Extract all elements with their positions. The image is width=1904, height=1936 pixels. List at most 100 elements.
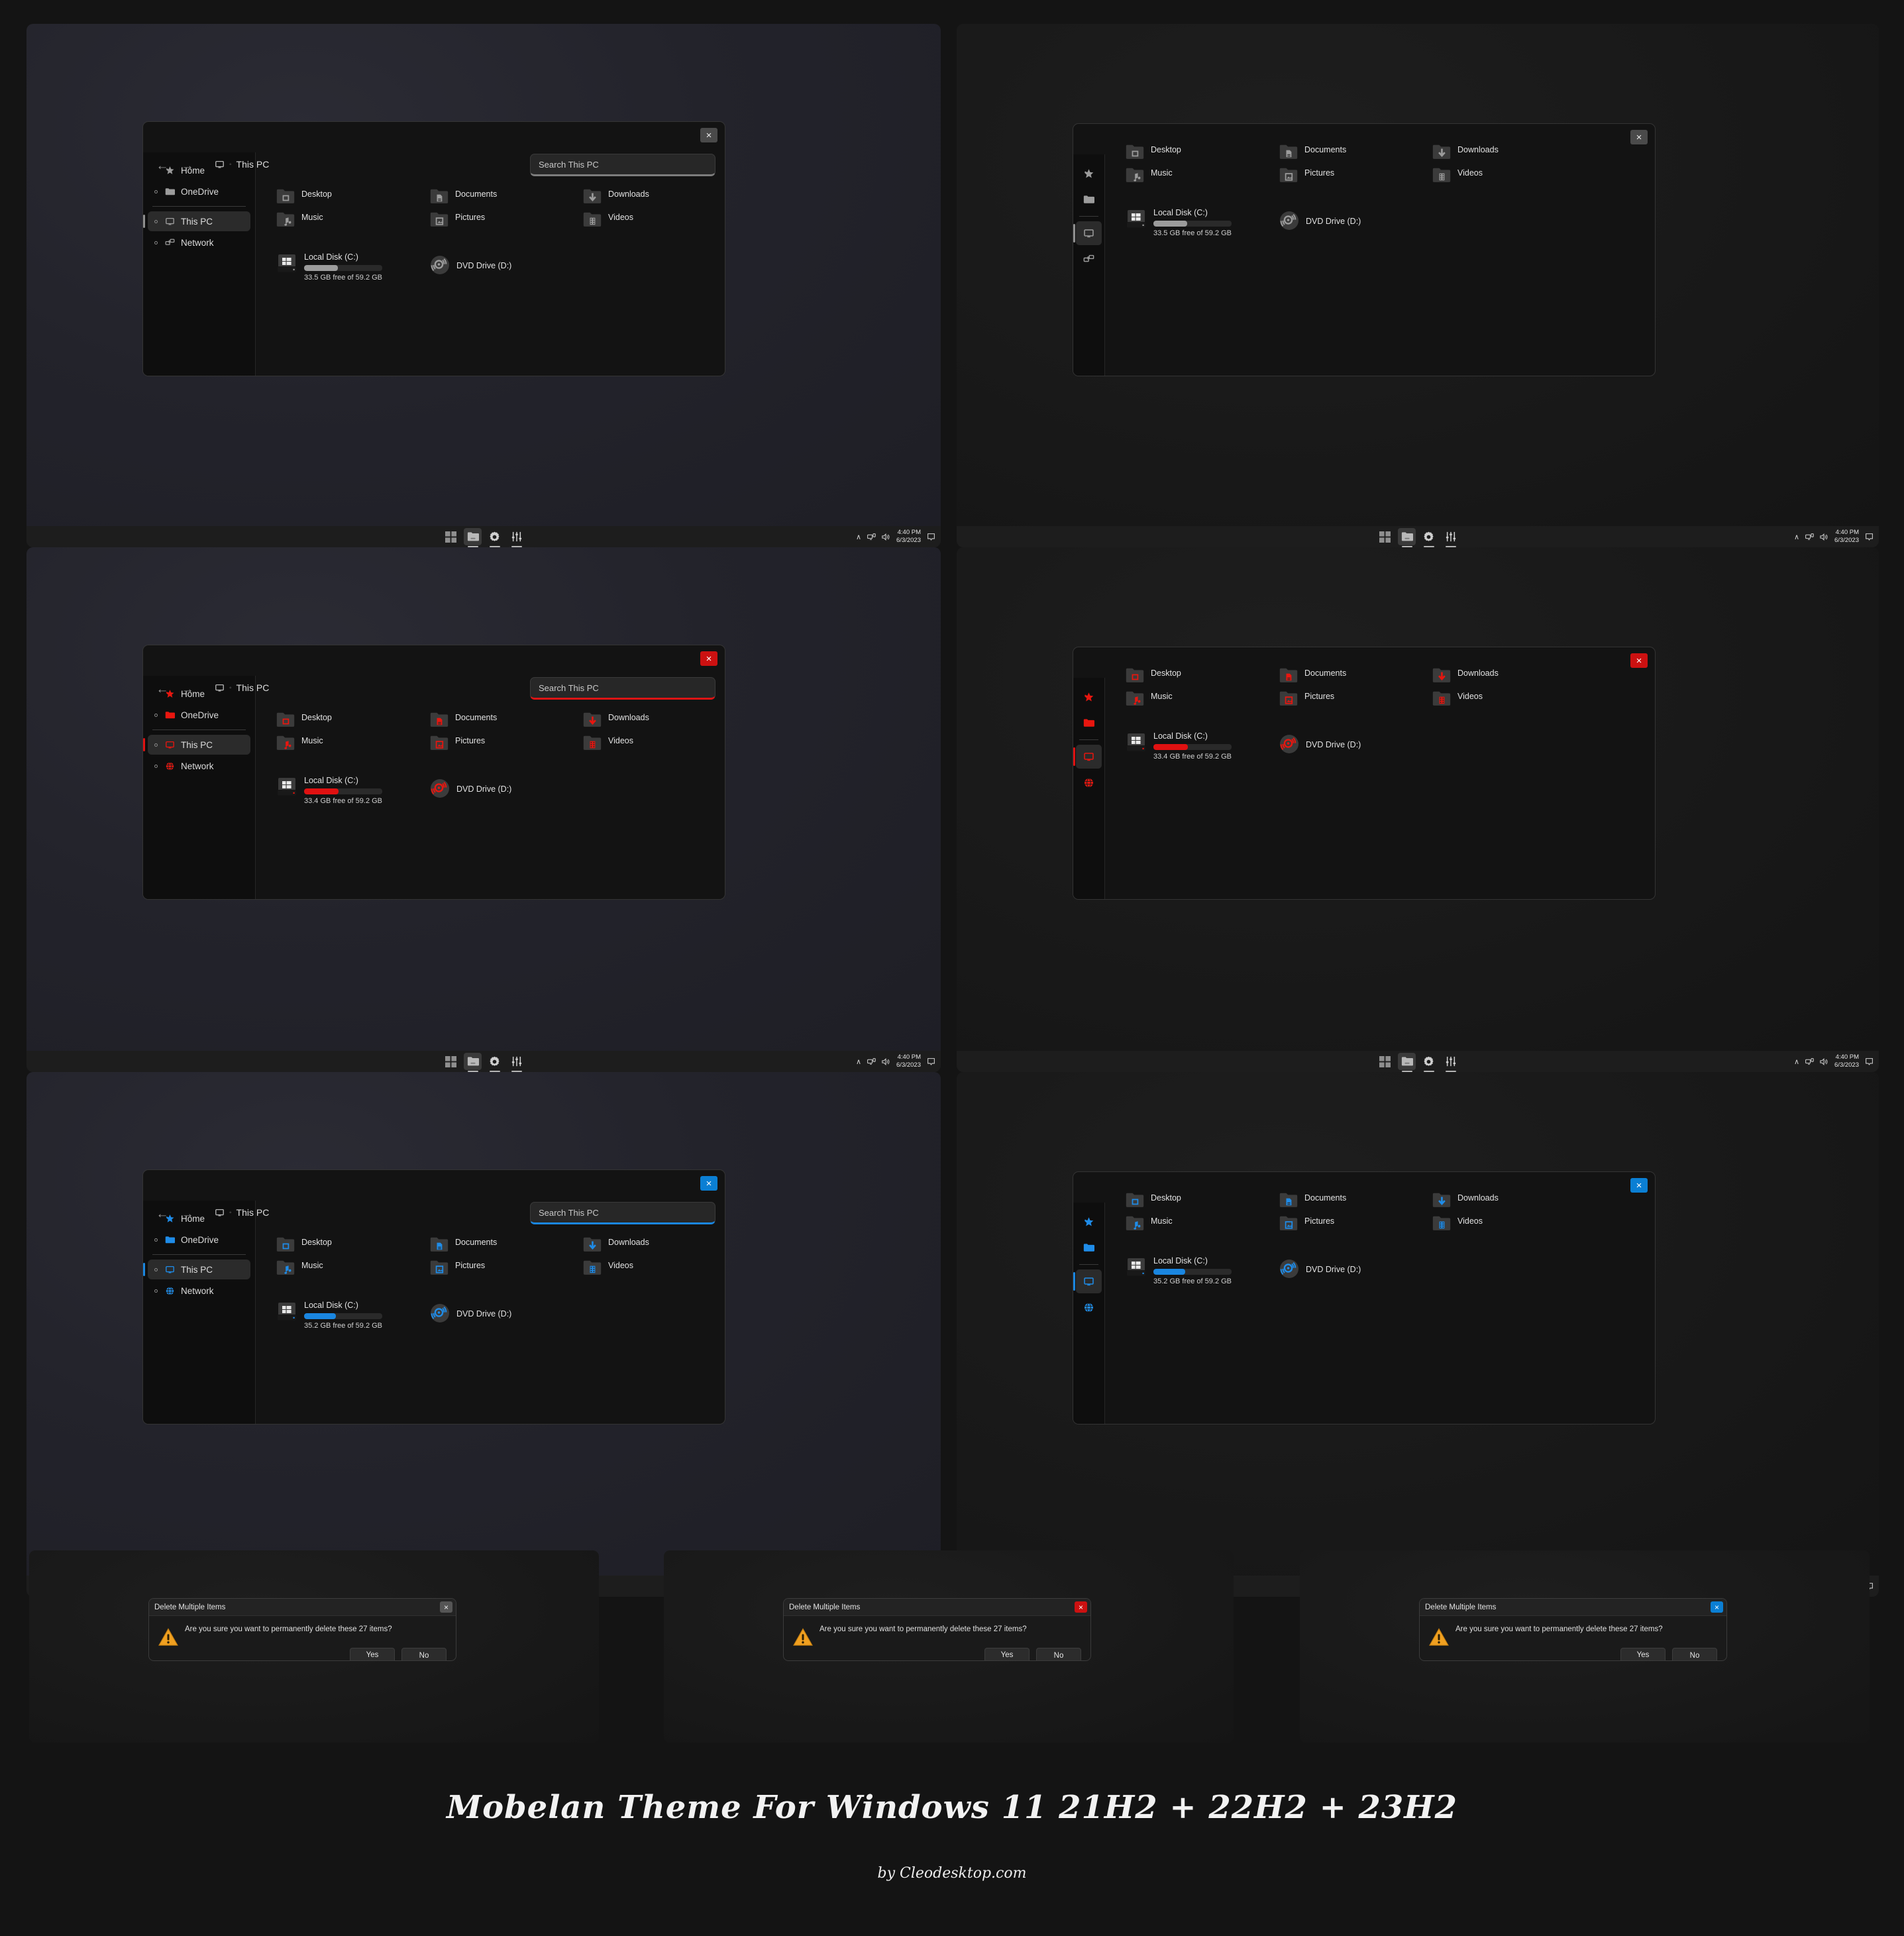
equalizer-button[interactable] xyxy=(1442,1053,1459,1072)
folder-item[interactable]: Pictures xyxy=(1279,1215,1334,1232)
close-button[interactable]: × xyxy=(700,1176,717,1191)
folder-item[interactable]: Pictures xyxy=(429,735,485,751)
folder-item[interactable]: Videos xyxy=(1432,1215,1483,1232)
folder-item[interactable]: Documents xyxy=(1279,144,1346,160)
expand-chevron-icon[interactable] xyxy=(154,1238,158,1242)
folder-item[interactable]: Downloads xyxy=(582,188,649,205)
folder-item[interactable]: Downloads xyxy=(582,1236,649,1253)
drive-item-local-disk[interactable]: Local Disk (C:) 35.2 GB free of 59.2 GB xyxy=(1125,1256,1232,1285)
drive-item-local-disk[interactable]: Local Disk (C:) 33.4 GB free of 59.2 GB xyxy=(276,776,382,805)
start-button[interactable] xyxy=(442,1053,460,1070)
drive-item-local-disk[interactable]: Local Disk (C:) 33.4 GB free of 59.2 GB xyxy=(1125,731,1232,761)
notification-bell-icon[interactable] xyxy=(927,533,935,541)
sidebar-item-network[interactable]: Network xyxy=(148,233,250,252)
drive-item-local-disk[interactable]: Local Disk (C:) 35.2 GB free of 59.2 GB xyxy=(276,1301,382,1330)
rail-item-home[interactable] xyxy=(1076,685,1102,709)
rail-item-network[interactable] xyxy=(1076,771,1102,794)
volume-tray-icon[interactable] xyxy=(1820,533,1828,541)
folder-item[interactable]: Music xyxy=(276,211,323,228)
equalizer-button[interactable] xyxy=(507,528,525,547)
file-explorer-button[interactable] xyxy=(1398,1053,1416,1072)
equalizer-button[interactable] xyxy=(507,1053,525,1072)
close-button[interactable]: × xyxy=(700,128,717,142)
folder-item[interactable]: Pictures xyxy=(1279,167,1334,184)
file-explorer-window[interactable]: × Desktop Documents Downloads Music Pict… xyxy=(1073,123,1656,376)
start-button[interactable] xyxy=(1376,528,1394,545)
folder-item[interactable]: Pictures xyxy=(1279,690,1334,707)
taskbar-clock[interactable]: 4:40 PM 6/3/2023 xyxy=(896,1053,921,1069)
volume-tray-icon[interactable] xyxy=(882,533,890,541)
folder-item[interactable]: Documents xyxy=(429,188,497,205)
sidebar-item-onedrive[interactable]: OneDrive xyxy=(148,705,250,725)
expand-chevron-icon[interactable] xyxy=(154,219,158,223)
folder-item[interactable]: Desktop xyxy=(276,1236,332,1253)
folder-item[interactable]: Videos xyxy=(1432,167,1483,184)
expand-chevron-icon[interactable] xyxy=(154,764,158,768)
notification-bell-icon[interactable] xyxy=(927,1057,935,1066)
search-input[interactable]: Search This PC xyxy=(530,1202,715,1224)
file-explorer-window[interactable]: × Desktop Documents Downloads Music Pict… xyxy=(1073,647,1656,900)
folder-item[interactable]: Music xyxy=(1125,167,1173,184)
file-explorer-window[interactable]: × Home OneDrive This PC Network ← → ◦ Th… xyxy=(142,645,725,900)
no-button[interactable]: No xyxy=(401,1648,447,1660)
folder-item[interactable]: Desktop xyxy=(276,188,332,205)
rail-item-onedrive[interactable] xyxy=(1076,188,1102,211)
folder-item[interactable]: Desktop xyxy=(1125,667,1181,684)
breadcrumb[interactable]: ◦ This PC xyxy=(215,159,269,170)
drive-item-dvd[interactable]: DVD Drive (D:) xyxy=(1279,1258,1361,1279)
folder-item[interactable]: Music xyxy=(1125,1215,1173,1232)
start-button[interactable] xyxy=(442,528,460,545)
folder-item[interactable]: Music xyxy=(1125,690,1173,707)
sidebar-item-this-pc[interactable]: This PC xyxy=(143,1260,250,1279)
dialog-close-button[interactable]: × xyxy=(1075,1601,1087,1613)
sidebar-item-onedrive[interactable]: OneDrive xyxy=(148,1230,250,1250)
network-tray-icon[interactable] xyxy=(867,533,876,541)
taskbar-clock[interactable]: 4:40 PM 6/3/2023 xyxy=(896,529,921,545)
drive-item-dvd[interactable]: DVD Drive (D:) xyxy=(1279,210,1361,231)
drive-item-local-disk[interactable]: Local Disk (C:) 33.5 GB free of 59.2 GB xyxy=(276,252,382,282)
network-tray-icon[interactable] xyxy=(1805,1057,1814,1066)
close-button[interactable]: × xyxy=(1630,653,1648,668)
close-button[interactable]: × xyxy=(1630,1178,1648,1193)
search-input[interactable]: Search This PC xyxy=(530,154,715,176)
dialog-close-button[interactable]: × xyxy=(440,1601,452,1613)
folder-item[interactable]: Videos xyxy=(582,735,633,751)
search-input[interactable]: Search This PC xyxy=(530,677,715,700)
no-button[interactable]: No xyxy=(1036,1648,1081,1660)
yes-button[interactable]: Yes xyxy=(984,1648,1030,1660)
sidebar-item-onedrive[interactable]: OneDrive xyxy=(148,182,250,201)
delete-confirmation-dialog[interactable]: Delete Multiple Items × Are you sure you… xyxy=(148,1598,456,1661)
rail-item-this-pc[interactable] xyxy=(1073,745,1102,769)
yes-button[interactable]: Yes xyxy=(350,1648,395,1660)
breadcrumb[interactable]: ◦ This PC xyxy=(215,1207,269,1218)
taskbar-clock[interactable]: 4:40 PM 6/3/2023 xyxy=(1834,529,1859,545)
notification-bell-icon[interactable] xyxy=(1865,533,1874,541)
sidebar-item-network[interactable]: Network xyxy=(148,1281,250,1301)
folder-item[interactable]: Videos xyxy=(582,211,633,228)
rail-item-this-pc[interactable] xyxy=(1073,221,1102,245)
chevron-up-icon[interactable]: ∧ xyxy=(1794,533,1799,541)
equalizer-button[interactable] xyxy=(1442,528,1459,547)
dialog-close-button[interactable]: × xyxy=(1711,1601,1723,1613)
chevron-up-icon[interactable]: ∧ xyxy=(856,533,861,541)
folder-item[interactable]: Music xyxy=(276,735,323,751)
rail-item-home[interactable] xyxy=(1076,1210,1102,1234)
rail-item-onedrive[interactable] xyxy=(1076,1236,1102,1260)
yes-button[interactable]: Yes xyxy=(1620,1648,1666,1660)
network-tray-icon[interactable] xyxy=(867,1057,876,1066)
folder-item[interactable]: Desktop xyxy=(1125,1192,1181,1209)
rail-item-network[interactable] xyxy=(1076,247,1102,271)
rail-item-onedrive[interactable] xyxy=(1076,711,1102,735)
breadcrumb[interactable]: ◦ This PC xyxy=(215,682,269,693)
expand-chevron-icon[interactable] xyxy=(154,743,158,747)
network-tray-icon[interactable] xyxy=(1805,533,1814,541)
settings-button[interactable] xyxy=(1420,1053,1438,1072)
drive-item-dvd[interactable]: DVD Drive (D:) xyxy=(1279,733,1361,755)
folder-item[interactable]: Pictures xyxy=(429,1260,485,1276)
folder-item[interactable]: Music xyxy=(276,1260,323,1276)
file-explorer-window[interactable]: × Home OneDrive This PC Network ← → ◦ Th… xyxy=(142,121,725,376)
settings-button[interactable] xyxy=(486,1053,503,1072)
forward-button[interactable]: → xyxy=(179,157,196,174)
folder-item[interactable]: Videos xyxy=(582,1260,633,1276)
expand-chevron-icon[interactable] xyxy=(154,713,158,717)
